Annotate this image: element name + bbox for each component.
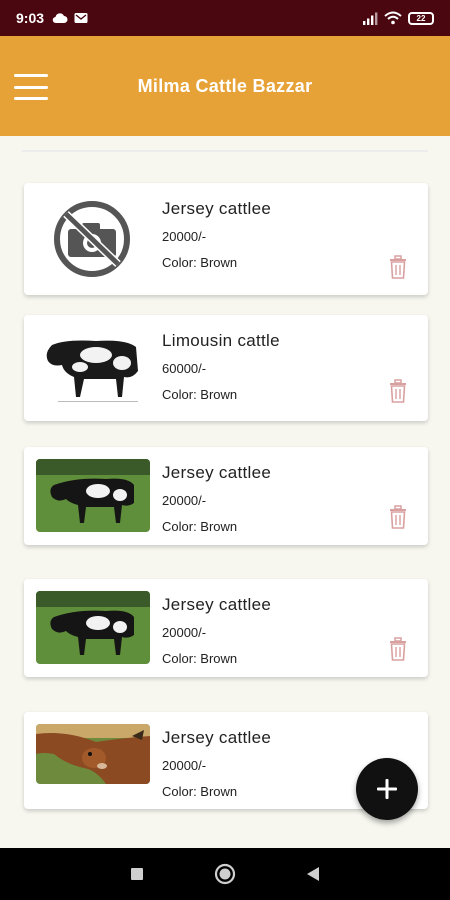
listing-title: Jersey cattlee xyxy=(162,199,272,218)
cloud-icon xyxy=(52,13,68,24)
listing-title: Limousin cattle xyxy=(162,331,280,350)
app-title: Milma Cattle Bazzar xyxy=(137,76,313,96)
listing-title: Jersey cattlee xyxy=(162,728,272,747)
trash-icon xyxy=(390,379,406,403)
notification-icons xyxy=(52,12,88,24)
delete-button[interactable] xyxy=(388,505,408,529)
battery-icon: 22 xyxy=(408,11,434,25)
signal-icon xyxy=(363,12,378,25)
cow-image xyxy=(36,591,150,664)
plus-icon xyxy=(377,779,397,799)
listing-title: Jersey cattlee xyxy=(162,595,272,614)
delete-button[interactable] xyxy=(388,637,408,661)
cow-image xyxy=(36,327,150,409)
listing-price: 20000/- xyxy=(162,493,207,508)
trash-icon xyxy=(390,255,406,279)
listing-card[interactable]: Jersey cattlee 20000/- Color: Brown xyxy=(24,183,428,295)
recents-button[interactable] xyxy=(130,867,144,881)
battery-level: 22 xyxy=(416,13,426,23)
listing-card[interactable]: Jersey cattlee 20000/- Color: Brown xyxy=(24,447,428,545)
add-listing-button[interactable] xyxy=(356,758,418,820)
header-divider xyxy=(22,150,428,152)
square-icon xyxy=(131,868,143,880)
listing-title: Jersey cattlee xyxy=(162,463,272,482)
menu-line-icon xyxy=(14,97,48,100)
listing-price: 60000/- xyxy=(162,361,207,376)
cow-image xyxy=(36,459,150,532)
listing-color: Color: Brown xyxy=(162,784,238,799)
delete-button[interactable] xyxy=(388,255,408,279)
listing-card[interactable]: Limousin cattle 60000/- Color: Brown xyxy=(24,315,428,421)
circle-icon xyxy=(214,863,236,885)
listing-price: 20000/- xyxy=(162,625,207,640)
triangle-back-icon xyxy=(307,867,319,881)
back-button[interactable] xyxy=(306,866,320,882)
wifi-icon xyxy=(384,11,402,25)
listing-price: 20000/- xyxy=(162,758,207,773)
listing-color: Color: Brown xyxy=(162,519,238,534)
system-nav-bar xyxy=(0,848,450,900)
no-photo-icon xyxy=(40,199,144,279)
listing-price: 20000/- xyxy=(162,229,207,244)
app-bar: Milma Cattle Bazzar xyxy=(0,36,450,136)
system-icons: 22 xyxy=(362,11,434,25)
listing-color: Color: Brown xyxy=(162,255,238,270)
home-button[interactable] xyxy=(214,863,236,885)
trash-icon xyxy=(390,637,406,661)
delete-button[interactable] xyxy=(388,379,408,403)
listing-color: Color: Brown xyxy=(162,387,238,402)
listing-color: Color: Brown xyxy=(162,651,238,666)
mail-icon xyxy=(74,13,88,23)
trash-icon xyxy=(390,505,406,529)
listing-card[interactable]: Jersey cattlee 20000/- Color: Brown xyxy=(24,579,428,677)
cow-image xyxy=(36,724,150,784)
status-time: 9:03 xyxy=(16,10,45,26)
status-bar: 9:03 22 xyxy=(0,0,450,36)
